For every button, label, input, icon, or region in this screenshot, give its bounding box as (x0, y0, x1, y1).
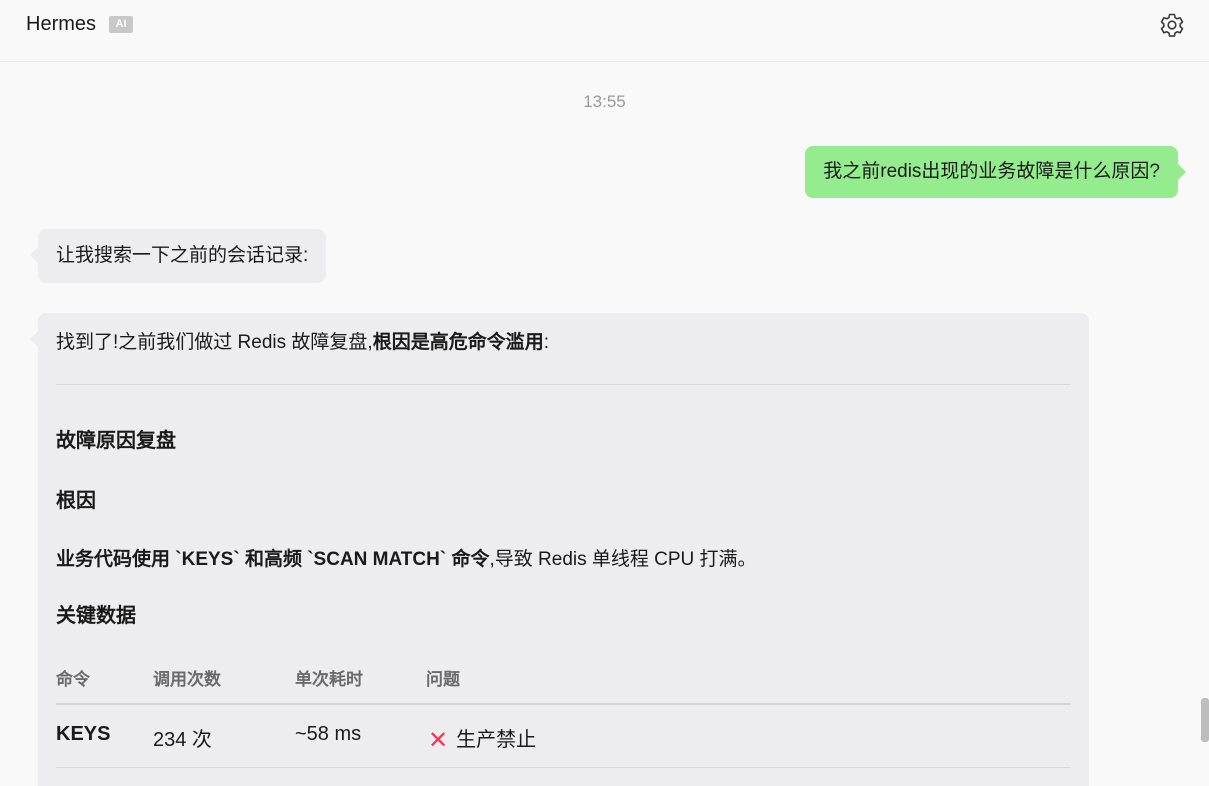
heading-key-data: 关键数据 (56, 605, 136, 627)
table-row-divider (56, 767, 1071, 768)
table-cell-issue: ✕ 生产禁止 (428, 727, 537, 754)
table-header-calls: 调用次数 (153, 670, 221, 689)
table-header-command: 命令 (56, 670, 90, 689)
cross-mark-icon: ✕ (428, 727, 449, 754)
root-cause-text: 业务代码使用 `KEYS` 和高频 `SCAN MATCH` 命令,导致 Red… (56, 549, 757, 570)
chat-area: 13:55 我之前redis出现的业务故障是什么原因? 让我搜索一下之前的会话记… (0, 62, 1209, 786)
heading-cause: 故障原因复盘 (56, 430, 176, 452)
ai-intro-text: 找到了!之前我们做过 Redis 故障复盘,根因是高危命令滥用: (56, 332, 549, 353)
ai-message-bubble: 找到了!之前我们做过 Redis 故障复盘,根因是高危命令滥用: 故障原因复盘 … (30, 313, 1089, 786)
table-cell-command: KEYS (56, 723, 111, 745)
gear-icon[interactable] (1158, 11, 1186, 39)
table-cell-latency: ~58 ms (295, 723, 362, 745)
app-header: Hermes AI (0, 0, 1209, 62)
user-message-bubble: 我之前redis出现的业务故障是什么原因? (805, 146, 1186, 198)
intro-bold-text: 根因是高危命令滥用 (372, 332, 544, 353)
table-cell-calls: 234 次 (153, 729, 212, 751)
table-header-issue: 问题 (426, 670, 460, 689)
heading-root-cause: 根因 (56, 490, 96, 512)
scrollbar-thumb[interactable] (1201, 698, 1209, 742)
app-title: Hermes (26, 13, 97, 35)
divider (56, 384, 1071, 385)
ai-badge: AI (109, 16, 133, 33)
table-header-latency: 单次耗时 (295, 670, 363, 689)
message-timestamp: 13:55 (583, 92, 626, 111)
ai-message-bubble: 让我搜索一下之前的会话记录: (29, 229, 327, 283)
table-header-divider (56, 703, 1071, 705)
